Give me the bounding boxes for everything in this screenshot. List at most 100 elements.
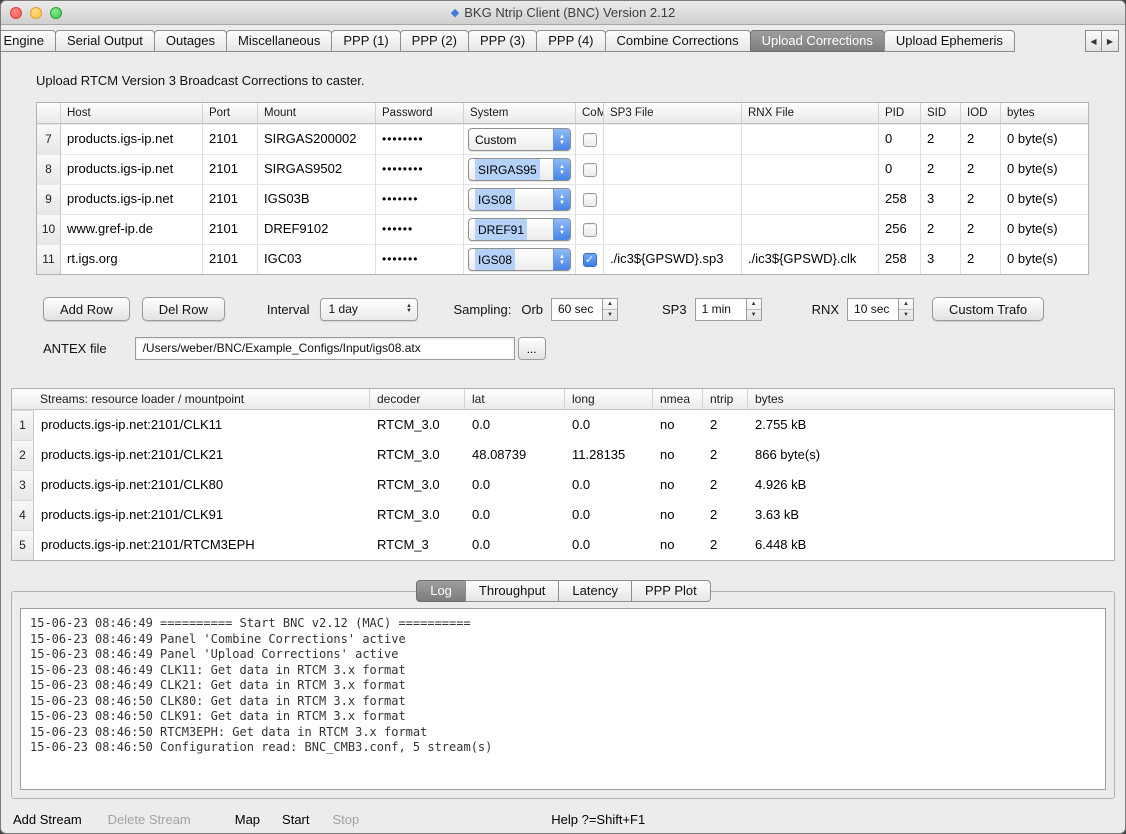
cell-iod[interactable]: 2: [961, 214, 1001, 244]
orb-spinner[interactable]: 60 sec ▲▼: [551, 298, 618, 321]
cell-pid[interactable]: 0: [879, 154, 921, 184]
tab-upload-ephemeris[interactable]: Upload Ephemeris: [884, 30, 1015, 52]
cell-sp3-file[interactable]: ./ic3${GPSWD}.sp3: [604, 244, 742, 274]
col-header-password[interactable]: Password: [376, 103, 464, 123]
cell-sid[interactable]: 3: [921, 244, 961, 274]
cell-pid[interactable]: 258: [879, 184, 921, 214]
col-header-pid[interactable]: PID: [879, 103, 921, 123]
del-row-button[interactable]: Del Row: [142, 297, 225, 321]
tab-ppp-3[interactable]: PPP (3): [468, 30, 537, 52]
system-combobox[interactable]: Custom ▲▼: [468, 128, 571, 151]
com-checkbox[interactable]: [583, 223, 597, 237]
cell-port[interactable]: 2101: [203, 244, 258, 274]
col-header-host[interactable]: Host: [61, 103, 203, 123]
interval-combobox[interactable]: 1 day ▲▼: [320, 298, 418, 321]
tab-scroll-left-icon[interactable]: ◀: [1085, 30, 1102, 52]
col-header-bytes[interactable]: bytes: [1001, 103, 1088, 123]
cell-password[interactable]: ••••••••: [376, 154, 464, 184]
stream-row[interactable]: 4 products.igs-ip.net:2101/CLK91 RTCM_3.…: [12, 500, 1114, 530]
stop-button[interactable]: Stop: [333, 812, 360, 827]
tab-log[interactable]: Log: [416, 580, 466, 602]
tab-outages[interactable]: Outages: [154, 30, 227, 52]
cell-sid[interactable]: 2: [921, 124, 961, 154]
tab-latency[interactable]: Latency: [558, 580, 632, 602]
cell-sp3-file[interactable]: [604, 214, 742, 244]
cell-host[interactable]: products.igs-ip.net: [61, 184, 203, 214]
cell-host[interactable]: products.igs-ip.net: [61, 154, 203, 184]
system-combobox[interactable]: DREF91 ▲▼: [468, 218, 571, 241]
tab-ppp-1[interactable]: PPP (1): [331, 30, 400, 52]
com-checkbox[interactable]: [583, 163, 597, 177]
cell-host[interactable]: products.igs-ip.net: [61, 124, 203, 154]
sp3-value[interactable]: 1 min: [695, 298, 747, 321]
cell-iod[interactable]: 2: [961, 244, 1001, 274]
start-button[interactable]: Start: [282, 812, 309, 827]
cell-pid[interactable]: 0: [879, 124, 921, 154]
cell-sid[interactable]: 2: [921, 154, 961, 184]
tab-upload-corrections[interactable]: Upload Corrections: [750, 30, 885, 52]
system-combobox[interactable]: IGS08 ▲▼: [468, 188, 571, 211]
cell-sp3-file[interactable]: [604, 184, 742, 214]
tab-ppp-2[interactable]: PPP (2): [400, 30, 469, 52]
cell-mountpoint[interactable]: products.igs-ip.net:2101/CLK11: [34, 410, 370, 440]
col-header-port[interactable]: Port: [203, 103, 258, 123]
cell-host[interactable]: rt.igs.org: [61, 244, 203, 274]
upload-row[interactable]: 9 products.igs-ip.net 2101 IGS03B ••••••…: [37, 184, 1088, 214]
cell-pid[interactable]: 256: [879, 214, 921, 244]
stream-row[interactable]: 3 products.igs-ip.net:2101/CLK80 RTCM_3.…: [12, 470, 1114, 500]
cell-sp3-file[interactable]: [604, 124, 742, 154]
cell-pid[interactable]: 258: [879, 244, 921, 274]
upload-row[interactable]: 8 products.igs-ip.net 2101 SIRGAS9502 ••…: [37, 154, 1088, 184]
com-checkbox[interactable]: ✓: [583, 253, 597, 267]
stream-row[interactable]: 5 products.igs-ip.net:2101/RTCM3EPH RTCM…: [12, 530, 1114, 560]
cell-host[interactable]: www.gref-ip.de: [61, 214, 203, 244]
minimize-window-button[interactable]: [30, 7, 42, 19]
cell-iod[interactable]: 2: [961, 184, 1001, 214]
custom-trafo-button[interactable]: Custom Trafo: [932, 297, 1044, 321]
cell-password[interactable]: •••••••: [376, 184, 464, 214]
cell-mount[interactable]: SIRGAS9502: [258, 154, 376, 184]
col-header-ntrip[interactable]: ntrip: [703, 389, 748, 409]
col-header-mount[interactable]: Mount: [258, 103, 376, 123]
cell-port[interactable]: 2101: [203, 184, 258, 214]
col-header-sid[interactable]: SID: [921, 103, 961, 123]
cell-rnx-file[interactable]: [742, 214, 879, 244]
tab-feed-engine[interactable]: i Engine: [1, 30, 56, 52]
cell-rnx-file[interactable]: [742, 124, 879, 154]
log-output[interactable]: 15-06-23 08:46:49 ========== Start BNC v…: [20, 608, 1106, 790]
tab-combine-corrections[interactable]: Combine Corrections: [605, 30, 751, 52]
upload-row[interactable]: 10 www.gref-ip.de 2101 DREF9102 •••••• D…: [37, 214, 1088, 244]
stream-row[interactable]: 1 products.igs-ip.net:2101/CLK11 RTCM_3.…: [12, 410, 1114, 440]
cell-mount[interactable]: SIRGAS200002: [258, 124, 376, 154]
spinner-stepper-icon[interactable]: ▲▼: [747, 298, 762, 321]
cell-mountpoint[interactable]: products.igs-ip.net:2101/RTCM3EPH: [34, 530, 370, 560]
cell-password[interactable]: •••••••: [376, 244, 464, 274]
tab-miscellaneous[interactable]: Miscellaneous: [226, 30, 332, 52]
tab-ppp-plot[interactable]: PPP Plot: [631, 580, 711, 602]
cell-mountpoint[interactable]: products.igs-ip.net:2101/CLK21: [34, 440, 370, 470]
tab-throughput[interactable]: Throughput: [465, 580, 560, 602]
col-header-decoder[interactable]: decoder: [370, 389, 465, 409]
cell-iod[interactable]: 2: [961, 154, 1001, 184]
tab-ppp-4[interactable]: PPP (4): [536, 30, 605, 52]
tab-scroll-right-icon[interactable]: ▶: [1102, 30, 1119, 52]
cell-password[interactable]: ••••••••: [376, 124, 464, 154]
col-header-nmea[interactable]: nmea: [653, 389, 703, 409]
rnx-value[interactable]: 10 sec: [847, 298, 899, 321]
cell-sid[interactable]: 2: [921, 214, 961, 244]
col-header-com[interactable]: CoM: [576, 103, 604, 123]
col-header-iod[interactable]: IOD: [961, 103, 1001, 123]
col-header-system[interactable]: System: [464, 103, 576, 123]
spinner-stepper-icon[interactable]: ▲▼: [603, 298, 618, 321]
cell-port[interactable]: 2101: [203, 214, 258, 244]
col-header-bytes[interactable]: bytes: [748, 389, 1114, 409]
cell-sid[interactable]: 3: [921, 184, 961, 214]
cell-mount[interactable]: IGC03: [258, 244, 376, 274]
system-combobox[interactable]: IGS08 ▲▼: [468, 248, 571, 271]
browse-button[interactable]: ...: [518, 337, 546, 360]
cell-port[interactable]: 2101: [203, 124, 258, 154]
cell-iod[interactable]: 2: [961, 124, 1001, 154]
cell-rnx-file[interactable]: ./ic3${GPSWD}.clk: [742, 244, 879, 274]
cell-mount[interactable]: DREF9102: [258, 214, 376, 244]
cell-mount[interactable]: IGS03B: [258, 184, 376, 214]
